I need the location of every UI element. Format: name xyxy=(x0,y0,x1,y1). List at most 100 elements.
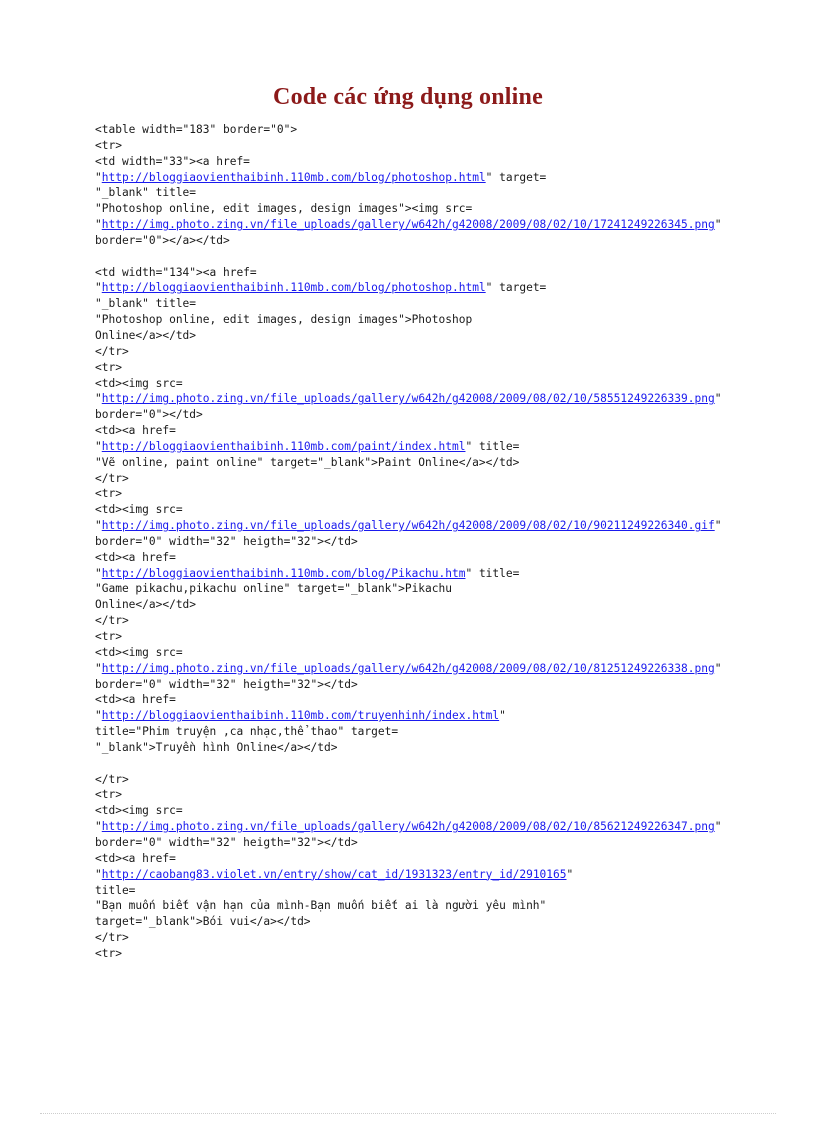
code-line: <td><img src= xyxy=(95,502,775,518)
footer-divider xyxy=(40,1113,776,1115)
code-line: <td width="134"><a href= xyxy=(95,265,775,281)
code-line: <td><img src= xyxy=(95,645,775,661)
code-line: "_blank" title= xyxy=(95,296,775,312)
document-page: Code các ứng dụng online <table width="1… xyxy=(0,0,816,1123)
code-text: "Photoshop online, edit images, design i… xyxy=(95,202,473,216)
code-text: <td><a href= xyxy=(95,693,176,707)
code-line: "Vẽ online, paint online" target="_blank… xyxy=(95,455,775,471)
code-line: <td><a href= xyxy=(95,692,775,708)
code-line: target="_blank">Bói vui</a></td> xyxy=(95,914,775,930)
code-line: "http://img.photo.zing.vn/file_uploads/g… xyxy=(95,217,775,233)
code-url-link[interactable]: http://caobang83.violet.vn/entry/show/ca… xyxy=(102,868,567,881)
code-line: <td><a href= xyxy=(95,423,775,439)
code-line: "http://bloggiaovienthaibinh.110mb.com/b… xyxy=(95,280,775,296)
code-line: "Game pikachu,pikachu online" target="_b… xyxy=(95,581,775,597)
code-line: <td><a href= xyxy=(95,550,775,566)
code-text: border="0" width="32" heigth="32"></td> xyxy=(95,677,358,691)
code-line: <td><img src= xyxy=(95,376,775,392)
code-line: <tr> xyxy=(95,787,775,803)
code-text: " xyxy=(95,867,102,881)
code-line: <td><a href= xyxy=(95,851,775,867)
code-line: </tr> xyxy=(95,613,775,629)
code-url-link[interactable]: http://img.photo.zing.vn/file_uploads/ga… xyxy=(102,392,715,405)
code-url-link[interactable]: http://img.photo.zing.vn/file_uploads/ga… xyxy=(102,820,715,833)
code-text: <td><a href= xyxy=(95,424,176,438)
code-line: "http://img.photo.zing.vn/file_uploads/g… xyxy=(95,391,775,407)
code-text: </tr> xyxy=(95,471,129,485)
code-text: <td><a href= xyxy=(95,851,176,865)
code-line: <tr> xyxy=(95,486,775,502)
code-text: <td><img src= xyxy=(95,376,183,390)
code-text: Online</a></td> xyxy=(95,598,197,612)
code-text: Online</a></td> xyxy=(95,328,197,342)
code-text: <tr> xyxy=(95,630,122,643)
code-url-link[interactable]: http://img.photo.zing.vn/file_uploads/ga… xyxy=(102,519,715,532)
code-url-link[interactable]: http://bloggiaovienthaibinh.110mb.com/bl… xyxy=(102,567,466,580)
code-text: " xyxy=(95,519,102,533)
code-text: " xyxy=(95,281,102,295)
code-url-link[interactable]: http://bloggiaovienthaibinh.110mb.com/tr… xyxy=(102,709,499,722)
code-text: <tr> xyxy=(95,138,122,152)
code-line: border="0" width="32" heigth="32"></td> xyxy=(95,534,775,550)
code-text: title= xyxy=(95,883,136,897)
code-line: title= xyxy=(95,883,775,899)
code-text: "Vẽ online, paint online" target="_blank… xyxy=(95,455,520,469)
code-line: Online</a></td> xyxy=(95,328,775,344)
code-text: " xyxy=(95,566,102,580)
code-text: <td><img src= xyxy=(95,645,183,659)
code-line: "http://bloggiaovienthaibinh.110mb.com/b… xyxy=(95,566,775,582)
code-text: " target= xyxy=(485,170,547,184)
code-line: "http://bloggiaovienthaibinh.110mb.com/t… xyxy=(95,708,775,724)
code-text: </tr> xyxy=(95,772,129,786)
code-text: <table width="183" border="0"> xyxy=(95,123,298,136)
code-line: Online</a></td> xyxy=(95,597,775,613)
code-text: " xyxy=(95,392,102,406)
code-line: border="0" width="32" heigth="32"></td> xyxy=(95,677,775,693)
code-text: "_blank" title= xyxy=(95,186,197,200)
code-line: "_blank">Truyền hình Online</a></td> xyxy=(95,740,775,756)
code-text: <td width="33"><a href= xyxy=(95,154,250,168)
code-text: " xyxy=(714,392,722,406)
code-text: </tr> xyxy=(95,931,129,945)
code-line: <tr> xyxy=(95,629,775,645)
code-line: "http://caobang83.violet.vn/entry/show/c… xyxy=(95,867,775,883)
code-line: "Photoshop online, edit images, design i… xyxy=(95,312,775,328)
code-listing: <table width="183" border="0"> <tr> <td wi… xyxy=(95,122,775,962)
code-text: " xyxy=(95,709,102,723)
code-text: <td><a href= xyxy=(95,550,176,564)
code-text: " xyxy=(95,820,102,834)
code-text: border="0"></a></td> xyxy=(95,233,230,247)
code-text: title="Phim truyện ,ca nhạc,thể thao" ta… xyxy=(95,725,399,739)
code-text: border="0" width="32" heigth="32"></td> xyxy=(95,835,358,849)
code-text: " xyxy=(95,661,102,675)
code-text: </tr> xyxy=(95,344,129,358)
code-url-link[interactable]: http://img.photo.zing.vn/file_uploads/ga… xyxy=(102,662,715,675)
code-text: " xyxy=(566,867,574,881)
code-text: "_blank" title= xyxy=(95,297,197,311)
code-text: <tr> xyxy=(95,360,122,374)
code-url-link[interactable]: http://img.photo.zing.vn/file_uploads/ga… xyxy=(102,218,715,231)
code-url-link[interactable]: http://bloggiaovienthaibinh.110mb.com/bl… xyxy=(102,171,486,184)
code-line: border="0"></td> xyxy=(95,407,775,423)
code-text: " title= xyxy=(465,439,520,453)
code-line: <table width="183" border="0"> xyxy=(95,122,775,138)
code-text: <td><img src= xyxy=(95,804,183,818)
code-text: "_blank">Truyền hình Online</a></td> xyxy=(95,740,338,754)
code-text: <td width="134"><a href= xyxy=(95,265,257,279)
code-line: border="0" width="32" heigth="32"></td> xyxy=(95,835,775,851)
code-text: " target= xyxy=(485,281,547,295)
code-line: "http://img.photo.zing.vn/file_uploads/g… xyxy=(95,661,775,677)
code-url-link[interactable]: http://bloggiaovienthaibinh.110mb.com/pa… xyxy=(102,440,466,453)
code-line: "_blank" title= xyxy=(95,185,775,201)
code-line: </tr> xyxy=(95,344,775,360)
code-text: " xyxy=(499,709,506,723)
code-url-link[interactable]: http://bloggiaovienthaibinh.110mb.com/bl… xyxy=(102,281,486,294)
code-text: border="0"></td> xyxy=(95,408,203,422)
code-text: <tr> xyxy=(95,946,122,960)
code-text: <td><img src= xyxy=(95,503,183,517)
code-text: " xyxy=(95,218,102,232)
code-text: " xyxy=(95,170,102,184)
code-text: " xyxy=(714,218,722,232)
